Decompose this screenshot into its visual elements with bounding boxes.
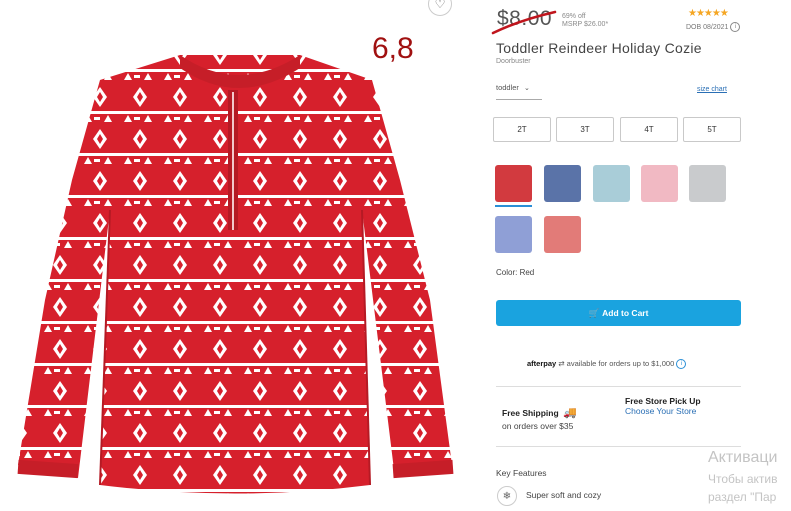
sweater-illustration <box>17 55 454 494</box>
size-option-4t[interactable]: 4T <box>620 117 678 142</box>
truck-icon: 🚚 <box>563 407 577 419</box>
size-option-3t[interactable]: 3T <box>556 117 614 142</box>
feature-item: Super soft and cozy <box>526 490 602 500</box>
dob-text: DOB 08/2021 <box>686 23 729 31</box>
free-shipping-block: Free Shipping 🚚 on orders over $35 <box>502 403 577 431</box>
divider <box>496 446 741 447</box>
key-features-heading: Key Features <box>496 468 547 478</box>
afterpay-info-icon[interactable]: i <box>676 359 687 370</box>
swatch-coral[interactable] <box>544 216 581 253</box>
rating-stars[interactable]: ★★★★★ <box>688 8 729 19</box>
afterpay-info: afterpay ⇄ available for orders up to $1… <box>527 359 687 370</box>
selected-color-label: Color: Red <box>496 268 535 277</box>
info-icon[interactable]: i <box>730 22 741 32</box>
afterpay-text: available for orders up to $1,000 <box>566 359 675 368</box>
product-title: Toddler Reindeer Holiday Cozie <box>496 40 702 56</box>
swatch-gray[interactable] <box>689 165 726 202</box>
windows-activation-text: раздел "Пар <box>708 490 777 504</box>
swatch-blue[interactable] <box>544 165 581 202</box>
cart-icon: 🛒 <box>588 307 600 318</box>
size-option-2t[interactable]: 2T <box>493 117 551 142</box>
handwritten-annotation: 6,8 <box>372 32 414 65</box>
choose-store-link[interactable]: Choose Your Store <box>625 406 701 416</box>
add-to-cart-label: Add to Cart <box>602 308 649 318</box>
afterpay-arrows-icon: ⇄ <box>558 359 565 368</box>
free-shipping-title: Free Shipping <box>502 408 559 418</box>
size-option-5t[interactable]: 5T <box>683 117 741 142</box>
store-pickup-title: Free Store Pick Up <box>625 396 701 406</box>
windows-activation-watermark: Активаци <box>708 449 778 466</box>
swatch-pink-stripe[interactable] <box>641 165 678 202</box>
product-image[interactable] <box>0 0 475 511</box>
afterpay-logo: afterpay <box>527 359 557 368</box>
free-shipping-subtitle: on orders over $35 <box>502 421 574 431</box>
add-to-cart-button[interactable]: 🛒 Add to Cart <box>496 300 741 326</box>
chevron-down-icon: ⌄ <box>524 85 530 92</box>
msrp-price: MSRP $26.00* <box>562 21 609 28</box>
selected-swatch-indicator <box>495 205 532 207</box>
snowflake-icon: ❄ <box>497 486 517 506</box>
divider <box>496 386 741 387</box>
swatch-light-blue[interactable] <box>593 165 630 202</box>
swatch-red[interactable] <box>495 165 532 202</box>
size-chart-link[interactable]: size chart <box>697 86 727 93</box>
discount-percent: 69% off <box>562 13 586 20</box>
dob-date: DOB 08/2021 i <box>686 22 741 32</box>
store-pickup-block: Free Store Pick Up Choose Your Store <box>625 396 701 416</box>
windows-activation-text: Чтобы актив <box>708 472 778 486</box>
size-range-value: toddler <box>496 83 519 92</box>
product-badge: Doorbuster <box>496 58 531 65</box>
discount-info: 69% off MSRP $26.00* <box>562 13 608 29</box>
swatch-lavender[interactable] <box>495 216 532 253</box>
size-range-select[interactable]: toddler ⌄ <box>496 83 542 100</box>
strike-through-mark <box>491 10 557 35</box>
